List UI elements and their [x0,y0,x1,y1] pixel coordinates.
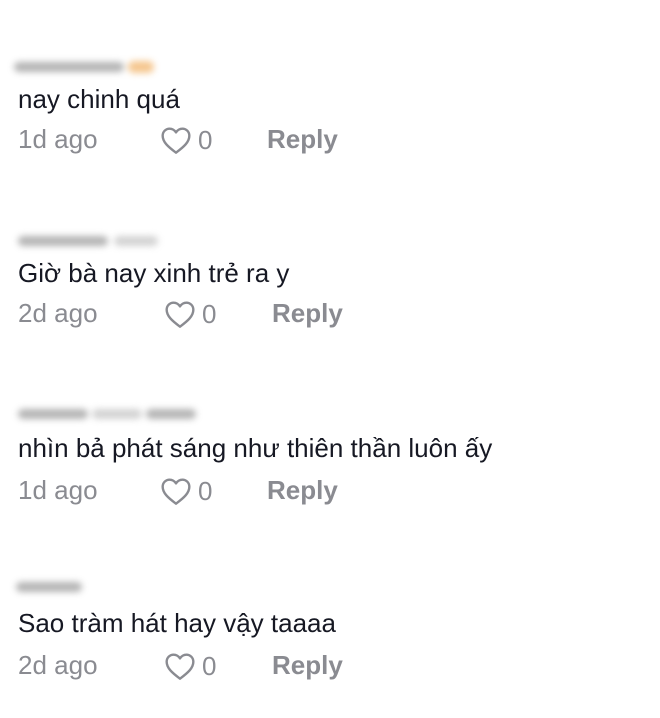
comment-meta: 1d ago 0 Reply [18,473,578,509]
heart-outline-icon [164,651,196,681]
like-button[interactable]: 0 [160,473,212,509]
comment-time: 1d ago [18,124,98,154]
username-blurred [10,58,160,78]
reply-button[interactable]: Reply [267,475,338,505]
comment-meta: 2d ago 0 Reply [18,296,578,332]
heart-outline-icon [164,299,196,329]
reply-button[interactable]: Reply [272,298,343,328]
comment-time: 2d ago [18,298,98,328]
like-count: 0 [198,476,213,506]
username-blurred [10,405,200,425]
like-button[interactable]: 0 [160,122,212,158]
comment-text: nhìn bả phát sáng như thiên thần luôn ấy [18,433,493,463]
comment-meta: 2d ago 0 Reply [18,648,578,684]
like-count: 0 [202,651,217,681]
comment-item: Giờ bà nay xinh trẻ ra y 2d ago 0 Reply [0,228,660,368]
like-count: 0 [198,125,213,155]
like-count: 0 [202,299,217,329]
comment-time: 1d ago [18,475,98,505]
like-button[interactable]: 0 [164,296,216,332]
username-blurred [10,578,86,598]
comment-item: nhìn bả phát sáng như thiên thần luôn ấy… [0,403,660,543]
heart-outline-icon [160,125,192,155]
comment-text: Giờ bà nay xinh trẻ ra y [18,258,290,288]
username-blurred [10,232,160,252]
like-button[interactable]: 0 [164,648,216,684]
comment-meta: 1d ago 0 Reply [18,122,578,158]
heart-outline-icon [160,476,192,506]
comment-item: nay chinh quá 1d ago 0 Reply [0,54,660,194]
reply-button[interactable]: Reply [272,650,343,680]
comment-time: 2d ago [18,650,98,680]
comment-text: Sao tràm hát hay vậy taaaa [18,608,336,638]
reply-button[interactable]: Reply [267,124,338,154]
comment-text: nay chinh quá [18,84,180,114]
comment-item: Sao tràm hát hay vậy taaaa 2d ago 0 Repl… [0,578,660,718]
